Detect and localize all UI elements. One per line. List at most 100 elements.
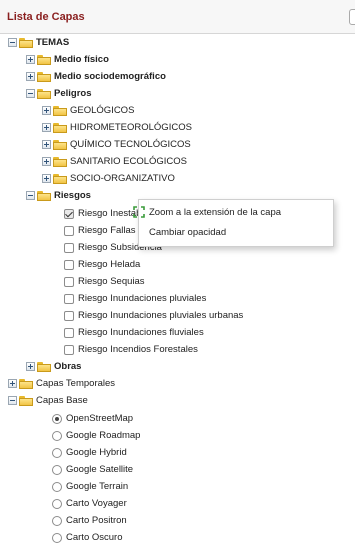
tree-node-obras[interactable]: Obras xyxy=(26,358,81,375)
base-layer-google-roadmap[interactable]: Google Roadmap xyxy=(52,427,140,444)
collapse-icon[interactable] xyxy=(26,89,35,98)
tree-node-quimico-tecnologicos[interactable]: QUÍMICO TECNOLÓGICOS xyxy=(42,136,191,153)
tree-node-capas-temporales[interactable]: Capas Temporales xyxy=(8,375,115,392)
node-label: SOCIO-ORGANIZATIVO xyxy=(70,173,175,184)
node-label: Peligros xyxy=(54,88,92,99)
expand-icon[interactable] xyxy=(26,55,35,64)
tree-node-riesgos[interactable]: Riesgos xyxy=(26,187,91,204)
collapse-icon[interactable] xyxy=(26,191,35,200)
collapse-button[interactable] xyxy=(349,9,355,25)
folder-icon xyxy=(37,71,51,82)
node-label: Capas Base xyxy=(36,395,88,406)
layer-label: Riesgo Helada xyxy=(78,259,141,270)
layer-panel-header: Lista de Capas xyxy=(0,0,355,34)
layer-item-riesgo-inundaciones-pluviales-urbanas[interactable]: Riesgo Inundaciones pluviales urbanas xyxy=(64,307,243,324)
tree-node-socio-organizativo[interactable]: SOCIO-ORGANIZATIVO xyxy=(42,170,175,187)
zoom-extent-icon xyxy=(133,206,145,218)
panel-title: Lista de Capas xyxy=(7,11,85,23)
expand-icon[interactable] xyxy=(42,174,51,183)
layer-item-riesgo-incendios-forestales[interactable]: Riesgo Incendios Forestales xyxy=(64,341,198,358)
folder-icon xyxy=(19,395,33,406)
node-label: Medio físico xyxy=(54,54,109,65)
folder-icon xyxy=(37,361,51,372)
base-layer-openstreetmap[interactable]: OpenStreetMap xyxy=(52,410,133,427)
layer-checkbox[interactable] xyxy=(64,242,74,253)
layer-checkbox[interactable] xyxy=(64,225,74,236)
layer-checkbox[interactable] xyxy=(64,208,74,219)
layer-item-riesgo-inundaciones-pluviales[interactable]: Riesgo Inundaciones pluviales xyxy=(64,290,206,307)
node-label: Obras xyxy=(54,361,82,372)
expand-icon[interactable] xyxy=(42,123,51,132)
tree-node-capas-base[interactable]: Capas Base xyxy=(8,392,88,409)
base-layer-radio[interactable] xyxy=(52,532,62,543)
folder-icon xyxy=(53,139,67,150)
base-layer-radio[interactable] xyxy=(52,413,62,424)
folder-icon xyxy=(53,105,67,116)
node-label: Capas Temporales xyxy=(36,378,116,389)
base-layer-carto-positron[interactable]: Carto Positron xyxy=(52,512,127,529)
base-layer-google-satellite[interactable]: Google Satellite xyxy=(52,461,133,478)
expand-icon[interactable] xyxy=(42,140,51,149)
layer-item-riesgo-sequias[interactable]: Riesgo Sequias xyxy=(64,273,145,290)
layer-checkbox[interactable] xyxy=(64,276,74,287)
base-layer-carto-oscuro[interactable]: Carto Oscuro xyxy=(52,529,123,546)
base-layer-radio[interactable] xyxy=(52,430,62,441)
layer-label: Riesgo Incendios Forestales xyxy=(78,344,198,355)
menu-item-label: Cambiar opacidad xyxy=(149,226,227,238)
tree-node-medio-fisico[interactable]: Medio físico xyxy=(26,51,109,68)
layer-context-menu: Zoom a la extensión de la capa Cambiar o… xyxy=(133,199,334,247)
base-layer-label: Carto Positron xyxy=(66,515,127,526)
base-layer-radio[interactable] xyxy=(52,498,62,509)
base-layer-label: Google Hybrid xyxy=(66,447,127,458)
tree-node-geologicos[interactable]: GEOLÓGICOS xyxy=(42,102,134,119)
base-layer-radio[interactable] xyxy=(52,447,62,458)
base-layer-label: OpenStreetMap xyxy=(66,413,134,424)
node-label: Riesgos xyxy=(54,190,91,201)
node-label: TEMAS xyxy=(36,37,70,48)
expand-icon[interactable] xyxy=(26,362,35,371)
base-layer-radio[interactable] xyxy=(52,481,62,492)
menu-item-label: Zoom a la extensión de la capa xyxy=(149,206,282,218)
expand-icon[interactable] xyxy=(42,106,51,115)
folder-icon xyxy=(37,190,51,201)
layer-checkbox[interactable] xyxy=(64,310,74,321)
node-label: SANITARIO ECOLÓGICOS xyxy=(70,156,188,167)
folder-icon xyxy=(53,122,67,133)
layer-item-riesgo-inundaciones-fluviales[interactable]: Riesgo Inundaciones fluviales xyxy=(64,324,204,341)
collapse-icon[interactable] xyxy=(8,38,17,47)
layer-label: Riesgo Inundaciones pluviales xyxy=(78,293,207,304)
tree-node-temas[interactable]: TEMAS xyxy=(8,34,69,51)
expand-icon[interactable] xyxy=(42,157,51,166)
expand-icon[interactable] xyxy=(26,72,35,81)
layer-checkbox[interactable] xyxy=(64,344,74,355)
layer-checkbox[interactable] xyxy=(64,259,74,270)
base-layer-carto-voyager[interactable]: Carto Voyager xyxy=(52,495,127,512)
base-layer-label: Carto Oscuro xyxy=(66,532,123,543)
expand-icon[interactable] xyxy=(8,379,17,388)
menu-item-zoom-to-layer[interactable]: Zoom a la extensión de la capa xyxy=(133,203,333,221)
layer-checkbox[interactable] xyxy=(64,327,74,338)
node-label: GEOLÓGICOS xyxy=(70,105,135,116)
layer-checkbox[interactable] xyxy=(64,293,74,304)
menu-item-change-opacity[interactable]: Cambiar opacidad xyxy=(139,223,333,241)
base-layer-radio[interactable] xyxy=(52,515,62,526)
layer-item-riesgo-fallas[interactable]: Riesgo Fallas xyxy=(64,222,136,239)
layer-label: Riesgo Sequias xyxy=(78,276,145,287)
base-layer-google-terrain[interactable]: Google Terrain xyxy=(52,478,128,495)
folder-icon xyxy=(19,378,33,389)
base-layer-google-hybrid[interactable]: Google Hybrid xyxy=(52,444,127,461)
base-layer-radio[interactable] xyxy=(52,464,62,475)
layer-tree: TEMAS Medio físico Medio sociodemográfic… xyxy=(0,34,355,543)
folder-icon xyxy=(53,156,67,167)
folder-icon xyxy=(53,173,67,184)
layer-label: Riesgo Inundaciones fluviales xyxy=(78,327,204,338)
node-label: Medio sociodemográfico xyxy=(54,71,166,82)
tree-node-sanitario-ecologicos[interactable]: SANITARIO ECOLÓGICOS xyxy=(42,153,187,170)
tree-node-medio-sociodemografico[interactable]: Medio sociodemográfico xyxy=(26,68,166,85)
tree-node-peligros[interactable]: Peligros xyxy=(26,85,92,102)
base-layer-label: Google Terrain xyxy=(66,481,129,492)
layer-item-riesgo-helada[interactable]: Riesgo Helada xyxy=(64,256,140,273)
collapse-icon[interactable] xyxy=(8,396,17,405)
folder-icon xyxy=(37,88,51,99)
tree-node-hidrometeorologicos[interactable]: HIDROMETEOROLÓGICOS xyxy=(42,119,192,136)
